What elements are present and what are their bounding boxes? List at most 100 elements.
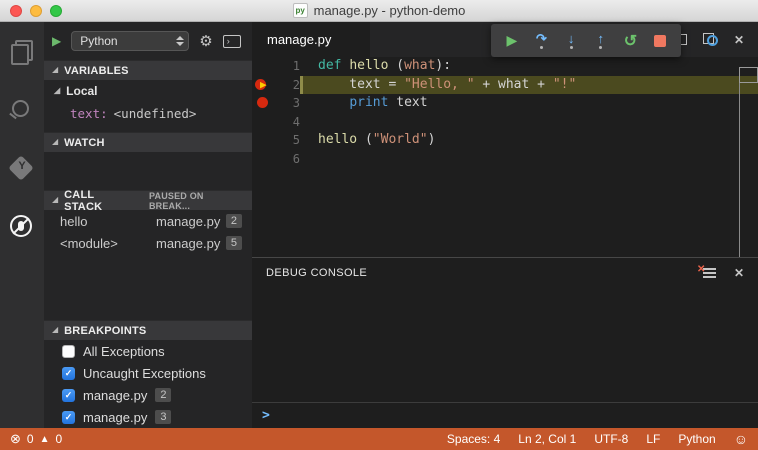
variables-title: VARIABLES <box>64 64 129 77</box>
step-over-button[interactable]: ↷ <box>528 28 554 54</box>
code-line[interactable]: ▶ 2 text = "Hello, " + what + "!" <box>252 75 758 95</box>
errors-count[interactable]: 0 <box>27 432 34 446</box>
debug-console-panel: DEBUG CONSOLE ✕ ✕ > <box>252 257 758 428</box>
call-stack-title: CALL STACK <box>64 188 103 213</box>
restart-button[interactable]: ↺ <box>617 28 643 54</box>
line-number: 6 <box>292 151 300 166</box>
variables-body: ◢ Local text: <undefined> <box>44 80 252 132</box>
paused-status-badge: PAUSED ON BREAK... <box>148 190 204 211</box>
panel-title: DEBUG CONSOLE <box>266 267 368 279</box>
code-line[interactable]: 6 <box>252 150 758 169</box>
checkbox-checked[interactable] <box>62 366 75 380</box>
breakpoint-gutter[interactable] <box>252 131 274 150</box>
code-text: print text <box>349 95 428 110</box>
debug-toolbar: ▶ ↷ ↓ ↑ ↺ <box>491 24 681 57</box>
breakpoint-item[interactable]: Uncaught Exceptions <box>44 362 252 384</box>
stop-button[interactable] <box>647 28 673 54</box>
watch-section-header[interactable]: ◢ WATCH <box>44 132 252 152</box>
chevron-expanded-icon: ◢ <box>52 195 59 204</box>
line-number-badge: 3 <box>155 410 172 424</box>
code-editor[interactable]: 1 def hello (what): ▶ 2 text = "Hello, " + … <box>252 57 758 257</box>
explorer-icon[interactable] <box>9 40 35 66</box>
language-mode-status[interactable]: Python <box>678 432 715 446</box>
tab-manage-py[interactable]: manage.py <box>252 22 370 57</box>
code-area: 1 def hello (what): ▶ 2 text = "Hello, " + … <box>252 57 758 168</box>
chevron-expanded-icon: ◢ <box>52 325 59 334</box>
titlebar: py manage.py - python-demo <box>0 0 758 22</box>
breakpoints-section-header[interactable]: ◢ BREAKPOINTS <box>44 320 252 340</box>
close-editor-icon[interactable]: ✕ <box>734 33 744 47</box>
vscode-window: py manage.py - python-demo Y ▶ Python ⚙ … <box>0 0 758 450</box>
debug-console-toggle-icon[interactable]: › <box>222 34 241 48</box>
breakpoint-gutter[interactable]: ▶ <box>252 76 274 95</box>
code-text: text = "Hello, " + what + "!" <box>300 75 758 94</box>
code-line[interactable]: 4 <box>252 113 758 132</box>
debug-config-value: Python <box>80 34 118 48</box>
dropdown-stepper-icon <box>176 36 185 46</box>
chevron-expanded-icon: ◢ <box>52 137 59 146</box>
checkbox-unchecked[interactable] <box>62 344 75 358</box>
breakpoint-gutter[interactable] <box>252 150 274 169</box>
debug-sidebar-toolbar: ▶ Python ⚙ › <box>44 22 252 60</box>
breakpoints-title: BREAKPOINTS <box>64 324 147 337</box>
call-stack-section-header[interactable]: ◢ CALL STACK PAUSED ON BREAK... <box>44 188 252 213</box>
code-line[interactable]: 3 print text <box>252 94 758 113</box>
watch-body <box>44 152 252 190</box>
code-text: hello ("World") <box>318 132 436 147</box>
line-number: 2 <box>292 77 300 92</box>
step-out-button[interactable]: ↑ <box>588 28 614 54</box>
eol-status[interactable]: LF <box>646 432 660 446</box>
git-icon[interactable]: Y <box>8 155 35 182</box>
variable-name: text: <box>70 105 108 121</box>
breakpoint-gutter[interactable] <box>252 94 274 113</box>
open-preview-icon[interactable] <box>702 33 718 46</box>
breakpoint-icon[interactable] <box>257 97 268 108</box>
errors-icon[interactable]: ⊗ <box>10 431 21 447</box>
console-input[interactable]: > <box>252 402 758 428</box>
breakpoint-item[interactable]: All Exceptions <box>44 340 252 362</box>
code-line[interactable]: 5 hello ("World") <box>252 131 758 150</box>
variables-scope-local[interactable]: ◢ Local <box>44 80 252 102</box>
step-into-button[interactable]: ↓ <box>558 28 584 54</box>
breakpoint-item[interactable]: manage.py 2 <box>44 384 252 406</box>
search-icon[interactable] <box>9 98 35 124</box>
clear-console-icon[interactable]: ✕ <box>697 264 716 280</box>
indentation-status[interactable]: Spaces: 4 <box>447 432 500 446</box>
breakpoints-body: All Exceptions Uncaught Exceptions manag… <box>44 340 252 428</box>
zoom-window-button[interactable] <box>50 5 62 17</box>
debug-config-dropdown[interactable]: Python <box>71 31 190 51</box>
debug-sidebar: ▶ Python ⚙ › ◢ VARIABLES ◢ Local text: <… <box>44 22 252 428</box>
watch-title: WATCH <box>64 136 105 149</box>
warnings-icon[interactable]: ▲ <box>40 434 50 445</box>
breakpoint-gutter[interactable] <box>252 57 274 76</box>
debug-icon[interactable] <box>9 214 35 240</box>
continue-button[interactable]: ▶ <box>499 28 525 54</box>
minimize-window-button[interactable] <box>30 5 42 17</box>
editor-area: manage.py ✕ 1 def hello (what): ▶ 2 text = … <box>252 22 758 428</box>
encoding-status[interactable]: UTF-8 <box>594 432 628 446</box>
checkbox-checked[interactable] <box>62 410 75 424</box>
window-title: manage.py - python-demo <box>313 3 466 18</box>
panel-header: DEBUG CONSOLE ✕ ✕ <box>252 258 758 288</box>
call-stack-frame[interactable]: hello manage.py 2 <box>44 210 252 232</box>
console-output[interactable] <box>252 288 758 402</box>
variable-row[interactable]: text: <undefined> <box>44 102 252 124</box>
line-number-badge: 2 <box>155 388 172 402</box>
current-line-breakpoint-icon[interactable]: ▶ <box>254 78 274 91</box>
breakpoint-gutter[interactable] <box>252 113 274 132</box>
close-panel-icon[interactable]: ✕ <box>734 266 744 280</box>
variables-section-header[interactable]: ◢ VARIABLES <box>44 60 252 80</box>
checkbox-checked[interactable] <box>62 388 75 402</box>
call-stack-frame[interactable]: <module> manage.py 5 <box>44 232 252 254</box>
status-bar: ⊗ 0 ▲ 0 Spaces: 4 Ln 2, Col 1 UTF-8 LF P… <box>0 428 758 450</box>
chevron-expanded-icon: ◢ <box>54 85 61 95</box>
start-debugging-icon[interactable]: ▶ <box>52 34 61 48</box>
feedback-smiley-icon[interactable]: ☺ <box>734 431 748 447</box>
breakpoint-item[interactable]: manage.py 3 <box>44 406 252 428</box>
gear-icon[interactable]: ⚙ <box>199 32 212 50</box>
code-line[interactable]: 1 def hello (what): <box>252 57 758 76</box>
close-window-button[interactable] <box>10 5 22 17</box>
cursor-position-status[interactable]: Ln 2, Col 1 <box>518 432 576 446</box>
warnings-count[interactable]: 0 <box>56 432 63 446</box>
